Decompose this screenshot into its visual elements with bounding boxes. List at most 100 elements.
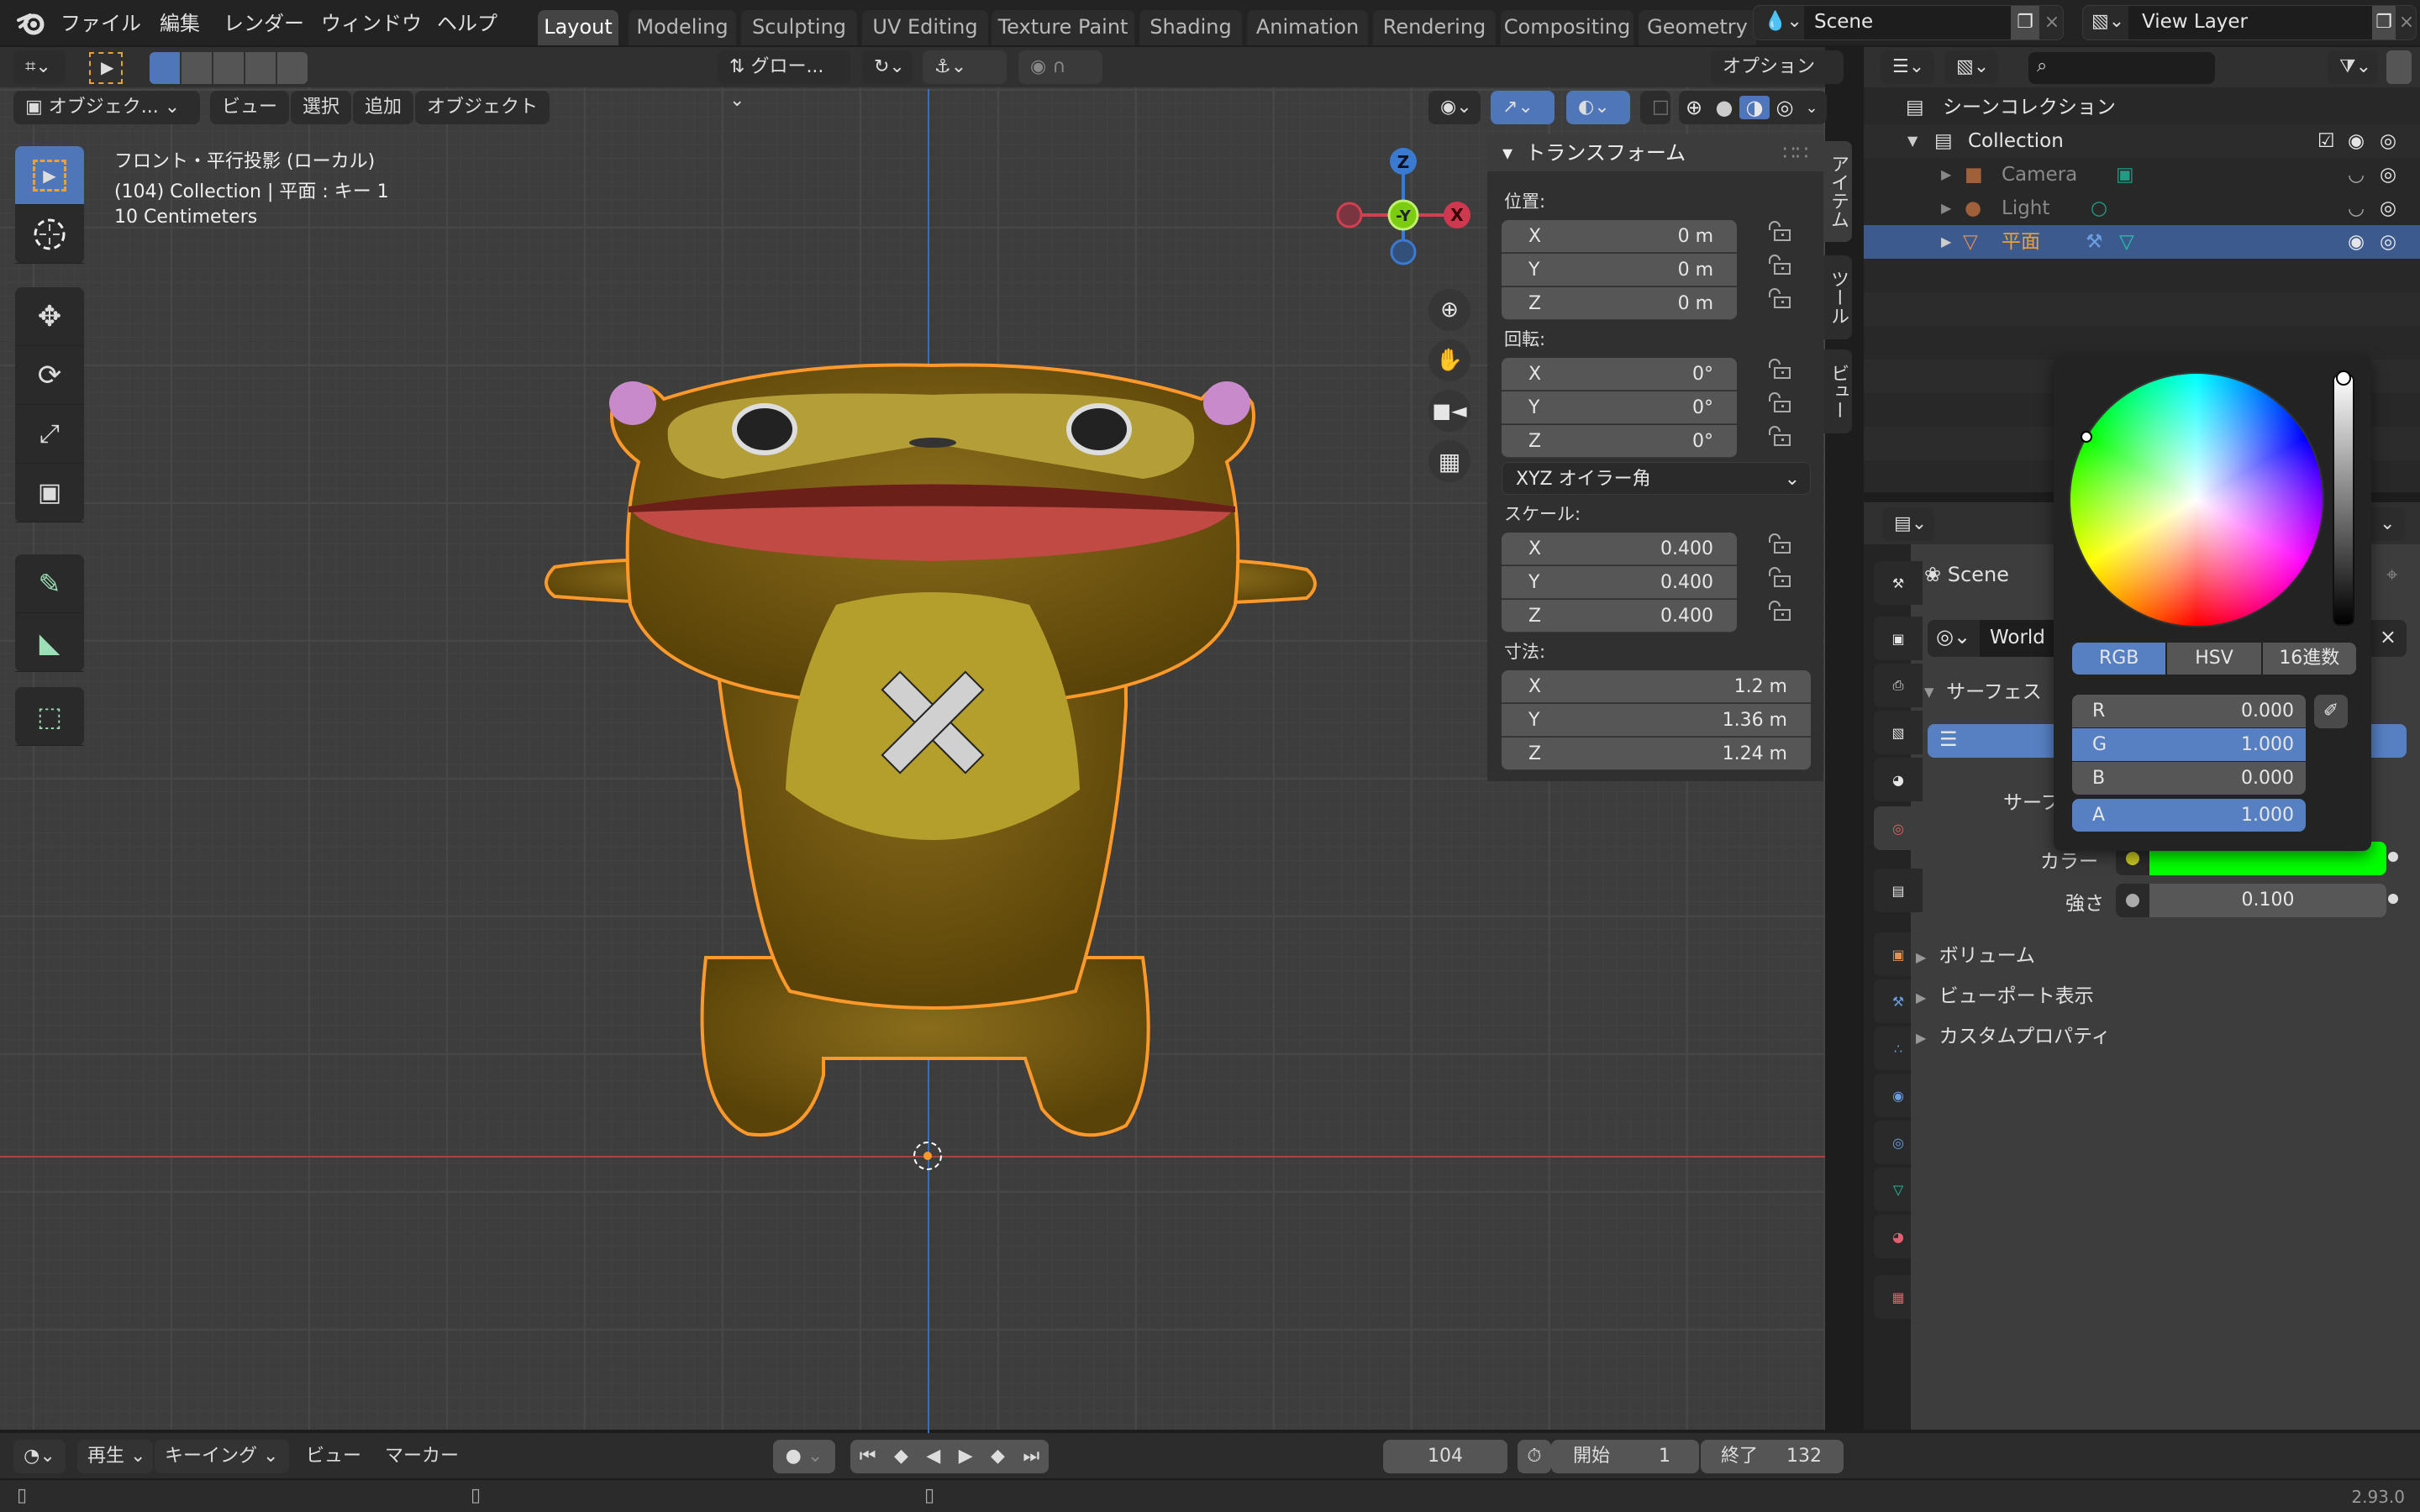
visibility-eye-icon[interactable]: ◉ (2348, 225, 2365, 259)
properties-options-dropdown[interactable]: ⌄ (2368, 507, 2405, 541)
modifier-wrench-icon[interactable]: ⚒ (2086, 225, 2103, 259)
green-field[interactable]: G 1.000 (2072, 728, 2306, 761)
eyedropper-icon[interactable]: ✐ (2314, 695, 2348, 728)
hidden-eye-icon[interactable]: ◡ (2348, 192, 2365, 225)
tab-animation[interactable]: Animation (1247, 10, 1368, 45)
view-layer-selector[interactable]: ▧⌄ View Layer ❐ × (2082, 5, 2417, 40)
strength-socket[interactable] (2116, 884, 2149, 917)
transform-tool[interactable]: ▣ (15, 464, 84, 522)
hue-saturation-wheel[interactable] (2070, 374, 2323, 626)
gizmo-toggle[interactable]: ↗⌄ (1491, 91, 1555, 124)
wheel-cursor-handle[interactable] (2081, 431, 2092, 443)
jump-end-icon[interactable]: ⏭ (1023, 1440, 1039, 1473)
view-layer-dropdown[interactable]: ▧⌄ (1944, 50, 1998, 84)
menu-help[interactable]: ヘルプ (437, 7, 497, 36)
menu-file[interactable]: ファイル (60, 7, 141, 36)
outliner-collection[interactable]: ▼ ▤ Collection ☑ ◉ ◎ (1864, 124, 2420, 158)
select-subtract-icon[interactable] (213, 52, 244, 84)
cursor-tool[interactable] (15, 205, 84, 264)
dimensions-y-field[interactable]: Y 1.36 m (1502, 704, 1811, 737)
select-box-tool[interactable]: ▶ (15, 146, 84, 205)
world-properties-tab[interactable]: ◎ (1874, 806, 1923, 850)
location-x-field[interactable]: X0 m (1502, 220, 1737, 253)
select-intersect-icon[interactable] (277, 52, 308, 84)
mode-hex-tab[interactable]: 16進数 (2262, 643, 2356, 675)
dimensions-x-field[interactable]: X 1.2 m (1502, 670, 1811, 703)
tool-properties-tab[interactable]: ⚒ (1874, 561, 1923, 605)
lock-icon[interactable] (1766, 533, 1791, 556)
scale-y-field[interactable]: Y 0.400 (1502, 566, 1737, 599)
tab-texture-paint[interactable]: Texture Paint (992, 10, 1134, 45)
red-field[interactable]: R 0.000 (2072, 695, 2306, 727)
neg-x-axis-ball[interactable] (1336, 202, 1363, 228)
filter-dropdown[interactable]: ⧩⌄ (2328, 50, 2378, 84)
solid-shading-icon[interactable]: ● (1709, 96, 1739, 119)
measure-tool[interactable]: ◣ (15, 613, 84, 672)
ortho-toggle-button[interactable]: ▦ (1428, 440, 1470, 482)
properties-editor-type[interactable]: ▤⌄ (1882, 507, 1934, 541)
end-frame-field[interactable]: 終了 132 (1701, 1440, 1844, 1473)
close-scene-icon[interactable]: × (2039, 6, 2065, 39)
render-camera-icon[interactable]: ◎ (2380, 158, 2396, 192)
close-view-layer-icon[interactable]: × (2396, 6, 2417, 39)
timeline-editor-type[interactable]: ◔⌄ (13, 1440, 66, 1473)
blender-logo-icon[interactable] (17, 8, 47, 37)
scale-tool[interactable]: ⤢ (15, 405, 84, 464)
scale-z-field[interactable]: Z 0.400 (1502, 600, 1737, 633)
rotation-mode-dropdown[interactable]: XYZ オイラー角 ⌄ (1502, 462, 1811, 495)
scene-selector[interactable]: 💧⌄ Scene ❐ × (1753, 5, 2064, 40)
character-model[interactable] (538, 353, 1328, 1159)
output-properties-tab[interactable]: ⎙ (1874, 664, 1923, 707)
zoom-view-button[interactable]: ⊕ (1428, 289, 1470, 331)
menu-window[interactable]: ウィンドウ (321, 7, 422, 36)
jump-start-icon[interactable]: ⏮ (860, 1440, 876, 1473)
lock-icon[interactable] (1766, 566, 1791, 590)
expand-arrow-icon[interactable]: ▼ (1907, 124, 1918, 158)
rotation-z-field[interactable]: Z 0° (1502, 425, 1737, 458)
keyframe-dot-icon[interactable] (2388, 852, 2398, 862)
lock-icon[interactable] (1766, 254, 1791, 277)
select-extend-icon[interactable] (182, 52, 212, 84)
location-z-field[interactable]: Z0 m (1502, 287, 1737, 320)
mode-hsv-tab[interactable]: HSV (2167, 643, 2261, 675)
neg-z-axis-ball[interactable] (1390, 239, 1417, 265)
new-scene-icon[interactable]: ❐ (2011, 6, 2039, 39)
new-view-layer-icon[interactable]: ❐ (2372, 6, 2396, 39)
render-properties-tab[interactable]: ▣ (1874, 617, 1923, 660)
tab-shading[interactable]: Shading (1139, 10, 1242, 45)
lock-icon[interactable] (1766, 425, 1791, 449)
tab-modeling[interactable]: Modeling (629, 10, 736, 45)
annotate-tool[interactable]: ✎ (15, 554, 84, 613)
wireframe-shading-icon[interactable]: ⊕ (1679, 96, 1709, 119)
render-camera-icon[interactable]: ◎ (2380, 192, 2396, 225)
add-cube-tool[interactable]: ⬚ (15, 687, 84, 746)
editor-type-button[interactable]: ⌗⌄ (13, 50, 66, 84)
camera-data-icon[interactable]: ▣ (2116, 158, 2134, 192)
lock-icon[interactable] (1766, 600, 1791, 623)
menu-object[interactable]: オブジェクト (415, 91, 550, 124)
light-data-icon[interactable]: ○ (2091, 192, 2107, 225)
location-y-field[interactable]: Y0 m (1502, 254, 1737, 286)
pin-icon[interactable]: ⌖ (2386, 563, 2398, 586)
start-frame-field[interactable]: 開始 1 (1551, 1440, 1699, 1473)
outliner-search-input[interactable]: ⌕ (2028, 52, 2215, 84)
display-mode-dropdown[interactable]: ☰⌄ (1881, 50, 1934, 84)
rendered-shading-icon[interactable]: ◎ (1770, 96, 1800, 119)
visibility-dropdown[interactable]: ◉⌄ (1428, 91, 1481, 124)
mode-rgb-tab[interactable]: RGB (2072, 643, 2166, 675)
lock-icon[interactable] (1766, 220, 1791, 244)
keying-dropdown[interactable]: キーイング ⌄ (155, 1440, 289, 1473)
tab-layout[interactable]: Layout (538, 10, 618, 45)
render-camera-icon[interactable]: ◎ (2380, 124, 2396, 158)
navigation-gizmo[interactable]: Z X -Y (1328, 134, 1496, 286)
sidebar-tab-view[interactable]: ビュー (1823, 349, 1852, 433)
strength-field[interactable]: 0.100 (2149, 884, 2386, 917)
mode-dropdown[interactable]: ▣ オブジェク... ⌄ (13, 91, 200, 124)
view-layer-properties-tab[interactable]: ▧ (1874, 711, 1923, 754)
pivot-point-dropdown[interactable]: ↻⌄ (862, 50, 913, 84)
expand-arrow-icon[interactable]: ▶ (1941, 192, 1951, 225)
transform-panel-header[interactable]: ▾ トランスフォーム ∷∷ (1487, 134, 1823, 171)
menu-view[interactable]: ビュー (210, 91, 290, 124)
select-new-icon[interactable] (150, 52, 180, 84)
blue-field[interactable]: B 0.000 (2072, 762, 2306, 795)
